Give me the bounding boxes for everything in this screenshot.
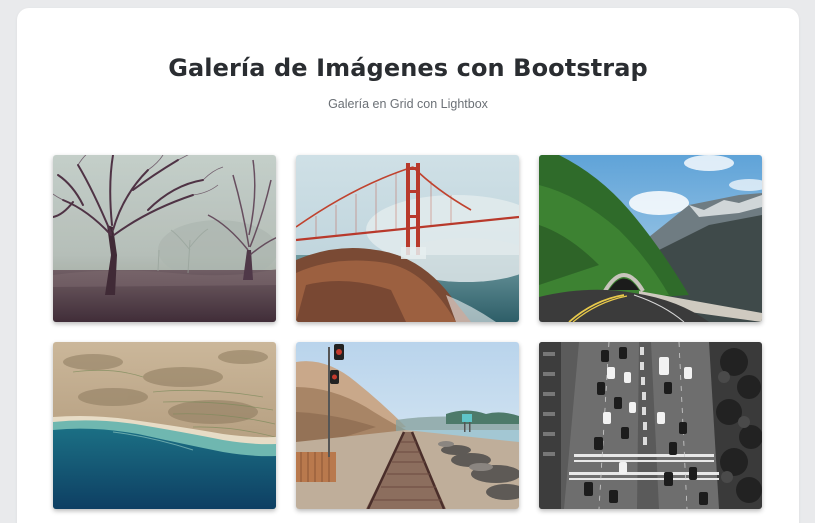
mountain-road-tunnel-image [539,155,762,322]
railroad-tracks-beach-image [296,342,519,509]
gallery-image-golden-gate-bridge[interactable] [296,155,519,322]
gallery-card: Galería de Imágenes con Bootstrap Galerí… [17,8,799,523]
page-subtitle: Galería en Grid con Lightbox [328,97,488,111]
city-street-traffic-image [539,342,762,509]
gallery-image-foggy-trees[interactable] [53,155,276,322]
gallery-image-railroad-tracks-beach[interactable] [296,342,519,509]
gallery-image-mountain-road-tunnel[interactable] [539,155,762,322]
foggy-trees-image [53,155,276,322]
page-title: Galería de Imágenes con Bootstrap [168,54,648,82]
gallery-image-city-street-traffic[interactable] [539,342,762,509]
golden-gate-bridge-image [296,155,519,322]
image-grid [53,155,762,509]
gallery-image-coastal-aerial-view[interactable] [53,342,276,509]
coastal-aerial-view-image [53,342,276,509]
